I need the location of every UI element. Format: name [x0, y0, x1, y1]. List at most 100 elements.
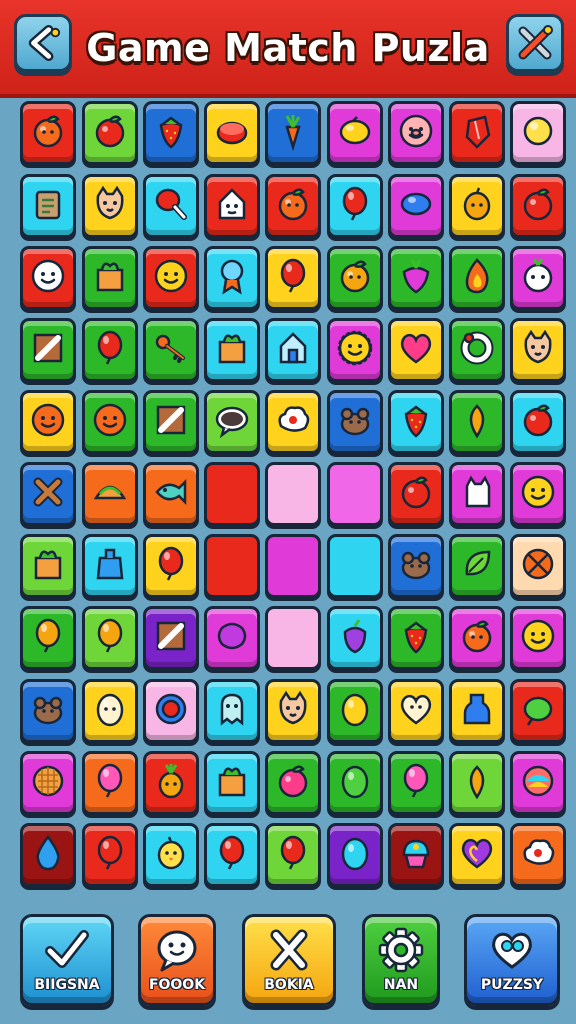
- tile-bag[interactable]: [82, 534, 138, 598]
- tile-egg-green[interactable]: [327, 751, 383, 815]
- tile-gem-blue[interactable]: [388, 174, 444, 238]
- tile-pig-face[interactable]: [388, 101, 444, 165]
- tile-chick[interactable]: [143, 823, 199, 887]
- tile-balloon-orange[interactable]: [20, 606, 76, 670]
- tile-apple[interactable]: [82, 101, 138, 165]
- tile-medal[interactable]: [204, 246, 260, 310]
- tile-house-face[interactable]: [204, 174, 260, 238]
- tile-orange-face[interactable]: [327, 246, 383, 310]
- back-button[interactable]: [14, 14, 72, 72]
- tile-bear[interactable]: [388, 534, 444, 598]
- tile-empty[interactable]: [204, 462, 260, 526]
- settings-button[interactable]: NAN: [362, 914, 440, 1006]
- tile-balloon[interactable]: [327, 174, 383, 238]
- tile-leaf[interactable]: [449, 534, 505, 598]
- tile-empty[interactable]: [327, 462, 383, 526]
- tile-heart-purple[interactable]: [449, 823, 505, 887]
- tile-leaf-green[interactable]: [510, 679, 566, 743]
- tile-ruler[interactable]: [143, 390, 199, 454]
- tile-smiley-yellow[interactable]: [510, 606, 566, 670]
- tile-cat-white[interactable]: [449, 462, 505, 526]
- tile-balloon-red[interactable]: [82, 318, 138, 382]
- tile-crate[interactable]: [20, 534, 76, 598]
- tile-apple[interactable]: [388, 462, 444, 526]
- tile-sun-face[interactable]: [327, 318, 383, 382]
- puzzles-button[interactable]: PUZZSY: [464, 914, 560, 1006]
- tile-fish[interactable]: [143, 462, 199, 526]
- tile-apple[interactable]: [510, 390, 566, 454]
- tile-drumstick[interactable]: [143, 174, 199, 238]
- tile-cloud-face[interactable]: [265, 390, 321, 454]
- tile-ruler[interactable]: [20, 318, 76, 382]
- tile-ball-orange[interactable]: [510, 534, 566, 598]
- tile-pineapple[interactable]: [143, 751, 199, 815]
- tile-egg-face[interactable]: [82, 679, 138, 743]
- tile-egg-cyan[interactable]: [327, 823, 383, 887]
- tile-empty[interactable]: [265, 462, 321, 526]
- tile-crate[interactable]: [204, 318, 260, 382]
- tile-heart-white[interactable]: [388, 679, 444, 743]
- tile-strawberry[interactable]: [388, 606, 444, 670]
- tile-strawberry[interactable]: [143, 101, 199, 165]
- tile-cat-face[interactable]: [82, 174, 138, 238]
- tile-house[interactable]: [265, 318, 321, 382]
- tile-balloon-red[interactable]: [82, 823, 138, 887]
- tile-radish[interactable]: [388, 246, 444, 310]
- tile-lemon-orange[interactable]: [449, 390, 505, 454]
- check-button[interactable]: BIIGSNA: [20, 914, 114, 1006]
- tile-bubble[interactable]: [204, 390, 260, 454]
- tile-cross[interactable]: [20, 462, 76, 526]
- tile-fruit-face[interactable]: [449, 174, 505, 238]
- tile-key[interactable]: [143, 318, 199, 382]
- tile-empty[interactable]: [265, 534, 321, 598]
- tile-candy[interactable]: [510, 751, 566, 815]
- tile-orange[interactable]: [20, 101, 76, 165]
- tile-smiley-yellow[interactable]: [143, 246, 199, 310]
- tile-bear[interactable]: [20, 679, 76, 743]
- tile-orange[interactable]: [449, 606, 505, 670]
- tile-lemon[interactable]: [327, 101, 383, 165]
- tile-ring[interactable]: [449, 318, 505, 382]
- tile-apple-pink[interactable]: [265, 751, 321, 815]
- tile-cloud-face[interactable]: [510, 823, 566, 887]
- tile-balloon-orange[interactable]: [82, 606, 138, 670]
- tile-balloon-red[interactable]: [143, 534, 199, 598]
- tile-smiley-orange[interactable]: [20, 390, 76, 454]
- tile-bottle[interactable]: [449, 679, 505, 743]
- tile-empty[interactable]: [327, 534, 383, 598]
- tile-cat-face[interactable]: [510, 318, 566, 382]
- tile-donut[interactable]: [143, 679, 199, 743]
- tile-balloon-red[interactable]: [265, 823, 321, 887]
- tile-egg-yellow[interactable]: [327, 679, 383, 743]
- tile-balloon-pink[interactable]: [82, 751, 138, 815]
- tile-gem[interactable]: [449, 101, 505, 165]
- tile-empty[interactable]: [204, 534, 260, 598]
- tile-crate[interactable]: [204, 751, 260, 815]
- tile-ghost[interactable]: [204, 679, 260, 743]
- tile-cupcake[interactable]: [388, 823, 444, 887]
- tile-orange[interactable]: [265, 174, 321, 238]
- tile-taco[interactable]: [82, 462, 138, 526]
- tile-scroll[interactable]: [20, 174, 76, 238]
- tile-onion-face[interactable]: [510, 246, 566, 310]
- chat-button[interactable]: FOOOK: [138, 914, 216, 1006]
- tile-waffle[interactable]: [20, 751, 76, 815]
- tile-flame[interactable]: [449, 246, 505, 310]
- tile-smiley-white[interactable]: [20, 246, 76, 310]
- tile-bear[interactable]: [327, 390, 383, 454]
- tile-apple[interactable]: [510, 174, 566, 238]
- tile-button[interactable]: [204, 101, 260, 165]
- tools-button[interactable]: [506, 14, 564, 72]
- tile-balloon-red[interactable]: [265, 246, 321, 310]
- tile-smiley-yellow[interactable]: [510, 462, 566, 526]
- tile-lemon-orange[interactable]: [449, 751, 505, 815]
- tile-drop[interactable]: [20, 823, 76, 887]
- tile-blob[interactable]: [204, 606, 260, 670]
- tile-smiley-orange[interactable]: [82, 390, 138, 454]
- tile-cat-face[interactable]: [265, 679, 321, 743]
- tile-crate[interactable]: [82, 246, 138, 310]
- tile-empty[interactable]: [265, 606, 321, 670]
- tile-heart[interactable]: [388, 318, 444, 382]
- tile-strawberry[interactable]: [388, 390, 444, 454]
- tile-balloon-pink[interactable]: [388, 751, 444, 815]
